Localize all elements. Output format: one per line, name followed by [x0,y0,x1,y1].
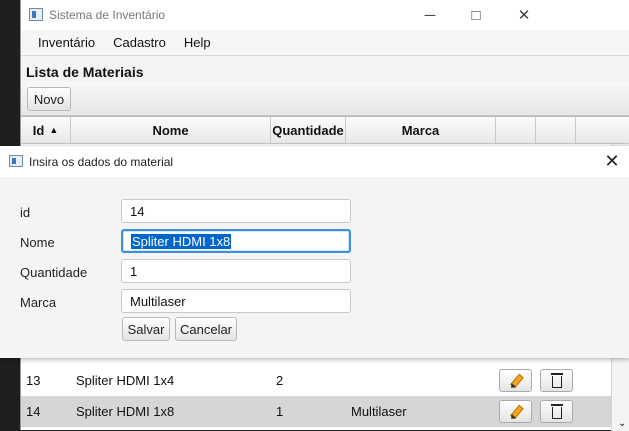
table-row-selected[interactable]: 14 Spliter HDMI 1x8 1 Multilaser [21,396,611,427]
column-quantity-label: Quantidade [272,122,344,138]
label-name: Nome [20,235,55,250]
menu-inventario[interactable]: Inventário [29,35,104,50]
trash-icon [550,373,563,388]
chevron-down-icon[interactable]: ⌄ [618,418,626,429]
column-name-label: Nome [152,122,189,138]
column-id[interactable]: Id ▲ [21,117,71,144]
row-id: 13 [26,373,41,388]
quantity-field[interactable]: 1 [121,259,351,283]
column-extra [576,117,629,144]
column-edit [496,117,536,144]
label-brand: Marca [20,295,57,310]
close-icon[interactable]: ✕ [600,149,624,173]
column-brand-label: Marca [401,122,440,138]
menubar: Inventário Cadastro Help [21,30,629,56]
row-name: Spliter HDMI 1x8 [76,404,175,419]
row-id: 14 [26,404,41,419]
menu-help[interactable]: Help [175,35,220,50]
brand-field[interactable]: Multilaser [121,289,351,313]
dialog-titlebar: Insira os dados do material ✕ [0,146,629,177]
column-id-label: Id [32,122,45,138]
page-title: Lista de Materiais [26,64,144,80]
sort-up-icon: ▲ [49,125,59,135]
id-field[interactable]: 14 [121,199,351,223]
app-window-icon [29,8,43,21]
dialog-title: Insira os dados do material [29,155,174,169]
table-row[interactable]: 13 Spliter HDMI 1x4 2 [21,365,611,396]
pencil-icon [505,401,526,422]
edit-button[interactable] [499,400,532,423]
row-quantity: 1 [276,404,284,419]
row-brand: Multilaser [351,404,407,419]
trash-icon [550,404,563,419]
edit-button[interactable] [499,369,532,392]
column-delete [536,117,576,144]
column-quantity[interactable]: Quantidade [271,117,346,144]
minimize-icon[interactable]: ─ [407,0,453,30]
delete-button[interactable] [540,369,573,392]
delete-button[interactable] [540,400,573,423]
menu-cadastro[interactable]: Cadastro [104,35,175,50]
row-brand [346,365,496,396]
save-button[interactable]: Salvar [122,317,170,341]
cancel-button[interactable]: Cancelar [175,317,237,341]
row-quantity: 2 [276,373,284,388]
main-titlebar: Sistema de Inventário ─ □ ✕ [21,0,629,30]
column-brand[interactable]: Marca [346,117,496,144]
selected-name-text: Spliter HDMI 1x8 [131,233,232,249]
toolbar: Novo [21,82,629,116]
label-id: id [20,205,31,220]
new-material-button[interactable]: Novo [27,87,71,111]
column-name[interactable]: Nome [71,117,271,144]
dialog-window-icon [9,155,23,167]
material-dialog: Insira os dados do material ✕ id 14 Nome… [0,146,629,358]
close-icon[interactable]: ✕ [501,0,547,30]
maximize-icon[interactable]: □ [453,0,499,30]
name-field[interactable]: Spliter HDMI 1x8 [121,229,351,253]
pencil-icon [505,370,526,391]
window-title: Sistema de Inventário [49,8,166,22]
label-quantity: Quantidade [20,265,88,280]
row-name: Spliter HDMI 1x4 [76,373,175,388]
